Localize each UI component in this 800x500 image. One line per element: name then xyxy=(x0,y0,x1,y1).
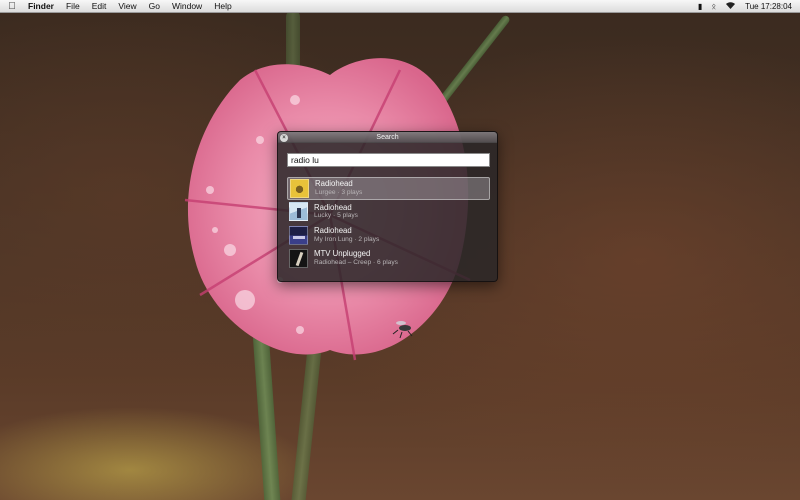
menubar-clock[interactable]: Tue 17:28:04 xyxy=(745,0,792,13)
status-area: ▮ ᛟ Tue 17:28:04 xyxy=(698,0,800,13)
panel-title: Search xyxy=(376,134,399,141)
result-title: Radiohead xyxy=(315,179,353,189)
close-icon[interactable]: × xyxy=(280,133,288,142)
search-result-item[interactable]: Radiohead My Iron Lung · 2 plays xyxy=(287,224,490,247)
bluetooth-icon[interactable]: ᛟ xyxy=(711,0,716,13)
menu-view[interactable]: View xyxy=(112,0,142,13)
menu-file[interactable]: File xyxy=(60,0,86,13)
apple-icon[interactable]:  xyxy=(0,1,24,12)
menu-window[interactable]: Window xyxy=(166,0,208,13)
search-result-item[interactable]: MTV Unplugged Radiohead – Creep · 6 play… xyxy=(287,247,490,270)
menu-finder[interactable]: Finder xyxy=(24,0,60,13)
result-subtitle: Radiohead – Creep · 6 plays xyxy=(314,259,398,267)
album-art-icon xyxy=(290,179,309,198)
result-title: Radiohead xyxy=(314,225,352,235)
result-subtitle: My Iron Lung · 2 plays xyxy=(314,235,380,243)
menu-help[interactable]: Help xyxy=(208,0,237,13)
result-title: Radiohead xyxy=(314,202,352,212)
album-art-icon xyxy=(289,225,308,245)
menu-edit[interactable]: Edit xyxy=(86,0,113,13)
result-title: MTV Unplugged xyxy=(314,249,371,259)
menu-go[interactable]: Go xyxy=(143,0,166,13)
result-subtitle: Lucky · 5 plays xyxy=(314,212,358,220)
menu-bar:  Finder File Edit View Go Window Help ▮… xyxy=(0,0,800,13)
album-art-icon xyxy=(289,202,308,222)
search-result-item[interactable]: Radiohead Lurgee · 3 plays xyxy=(287,177,490,200)
battery-icon[interactable]: ▮ xyxy=(698,0,702,13)
wifi-icon[interactable] xyxy=(725,0,736,13)
search-result-item[interactable]: Radiohead Lucky · 5 plays xyxy=(287,200,490,223)
album-art-icon xyxy=(289,248,308,268)
result-subtitle: Lurgee · 3 plays xyxy=(315,189,363,197)
search-panel: × Search Radiohead Lurgee · 3 plays Radi… xyxy=(277,131,498,282)
search-input[interactable] xyxy=(287,153,490,167)
search-results-list: Radiohead Lurgee · 3 plays Radiohead Luc… xyxy=(287,177,490,270)
panel-titlebar[interactable]: × Search xyxy=(278,132,497,143)
